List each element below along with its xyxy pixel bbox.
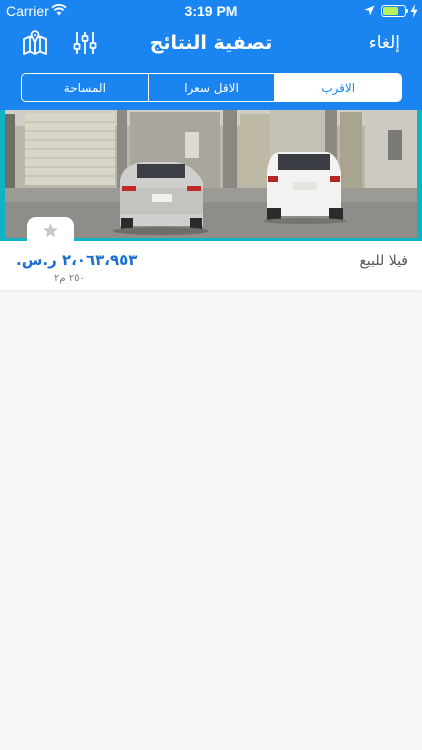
navigation-bar: تصفية النتائج إلغاء [0,28,422,62]
status-time: 3:19 PM [184,3,238,19]
battery-tip [406,9,408,13]
star-icon [43,222,58,237]
listing-type: فيلا للبيع [359,253,408,269]
sort-tab-lowest-price[interactable]: الاقل سعرا [149,74,276,101]
battery-fill [383,7,399,15]
charging-bolt-icon [410,4,418,18]
battery-icon [381,5,406,17]
page-title: تصفية النتائج [149,32,273,54]
sort-segmented-control: المساحة الاقل سعرا الاقرب [21,73,402,102]
cancel-button[interactable]: إلغاء [369,33,400,53]
favorite-button[interactable] [27,217,74,243]
location-arrow-icon [364,5,375,16]
app-header: Carrier 3:19 PM تصفية النتائج إلغاء المس… [0,0,422,110]
listing-area: ٢٥٠ م٢ [54,273,85,284]
listing-info: ٢،٠٦٣،٩٥٣ ر.س. ٢٥٠ م٢ فيلا للبيع [0,243,422,290]
sort-tab-area[interactable]: المساحة [22,74,149,101]
listing-card[interactable]: ٢،٠٦٣،٩٥٣ ر.س. ٢٥٠ م٢ فيلا للبيع [0,110,422,290]
sort-tab-nearest[interactable]: الاقرب [275,74,401,101]
listing-price: ٢،٠٦٣،٩٥٣ ر.س. [16,251,138,269]
listing-photo-frame [0,110,422,243]
status-bar: Carrier 3:19 PM [0,0,422,22]
